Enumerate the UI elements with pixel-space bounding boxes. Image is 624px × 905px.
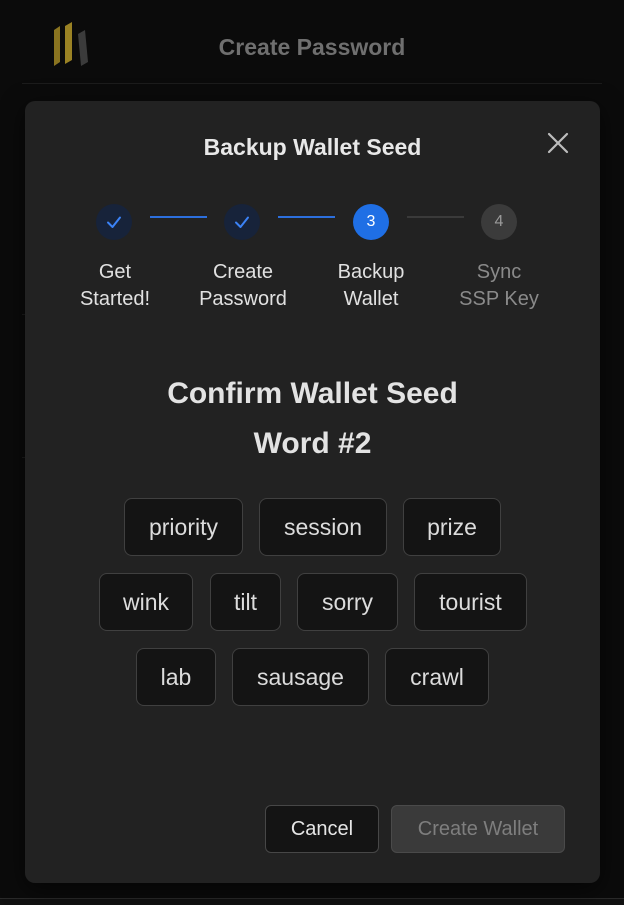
seed-word-button[interactable]: priority — [124, 498, 243, 556]
step-2-label: Create Password — [199, 261, 287, 310]
step-2-indicator — [224, 204, 260, 240]
seed-word-button[interactable]: tilt — [210, 573, 281, 631]
footer-bar — [0, 898, 624, 905]
page-title: Create Password — [218, 34, 406, 60]
backup-wallet-modal: Backup Wallet Seed Get Started! Create P… — [25, 101, 600, 883]
seed-word-button[interactable]: sausage — [232, 648, 369, 706]
seed-word-button[interactable]: wink — [99, 573, 193, 631]
modal-title: Backup Wallet Seed — [203, 134, 422, 160]
check-icon — [235, 216, 249, 228]
seed-word-button[interactable]: crawl — [385, 648, 489, 706]
step-4-indicator: 4 — [481, 204, 517, 240]
step-3-label: Backup Wallet — [337, 261, 405, 310]
app-header: Create Password — [0, 0, 624, 95]
step-4-label: Sync SSP Key — [459, 261, 539, 310]
seed-word-button[interactable]: tourist — [414, 573, 527, 631]
seed-word-button[interactable]: lab — [136, 648, 216, 706]
cancel-button[interactable]: Cancel — [265, 805, 379, 853]
seed-word-button[interactable]: sorry — [297, 573, 398, 631]
confirm-heading: Confirm Wallet Seed Word #2 — [167, 377, 458, 460]
seed-word-button[interactable]: session — [259, 498, 387, 556]
check-icon — [107, 216, 121, 228]
step-1-indicator — [96, 204, 132, 240]
step-1-label: Get Started! — [79, 261, 151, 310]
step-3-indicator: 3 — [353, 204, 389, 240]
step-connector — [407, 216, 464, 218]
seed-word-button[interactable]: prize — [403, 498, 501, 556]
header-divider — [22, 83, 602, 84]
step-connector — [150, 216, 207, 218]
create-wallet-button[interactable]: Create Wallet — [391, 805, 565, 853]
step-connector — [278, 216, 335, 218]
close-icon[interactable] — [544, 129, 572, 157]
